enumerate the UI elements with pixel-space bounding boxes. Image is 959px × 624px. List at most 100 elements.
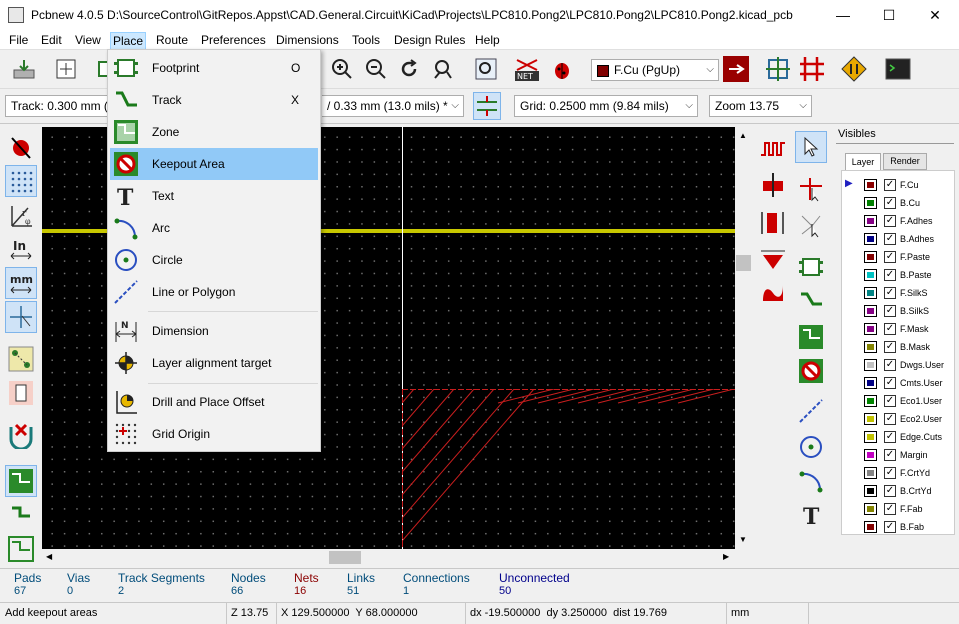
layer-color-swatch[interactable] <box>864 503 877 515</box>
menu-item-dimension[interactable]: N Dimension <box>110 315 318 347</box>
find-icon[interactable] <box>472 55 500 83</box>
show-grid-icon[interactable] <box>5 165 37 197</box>
vertical-scroll-thumb[interactable] <box>736 255 751 271</box>
menu-item-line-or-polygon[interactable]: Line or Polygon <box>110 276 318 308</box>
vertical-scrollbar[interactable]: ▲ ▼ <box>735 127 752 549</box>
layer-visible-checkbox[interactable]: ✓ <box>884 197 896 209</box>
layer-color-swatch[interactable] <box>864 431 877 443</box>
mw-gap-icon[interactable] <box>757 169 789 201</box>
layer-visible-checkbox[interactable]: ✓ <box>884 377 896 389</box>
layer-visible-checkbox[interactable]: ✓ <box>884 251 896 263</box>
layer-visible-checkbox[interactable]: ✓ <box>884 269 896 281</box>
layer-visible-checkbox[interactable]: ✓ <box>884 521 896 533</box>
menu-file[interactable]: File <box>7 32 30 50</box>
menu-design-rules[interactable]: Design Rules <box>392 32 467 50</box>
freeroute-icon[interactable] <box>840 55 868 83</box>
layer-color-swatch[interactable] <box>864 197 877 209</box>
auto-delete-track-icon[interactable] <box>5 419 37 451</box>
menu-item-grid-origin[interactable]: Grid Origin <box>110 418 318 450</box>
scroll-up-icon[interactable]: ▲ <box>739 131 747 140</box>
layer-visible-checkbox[interactable]: ✓ <box>884 179 896 191</box>
tab-render[interactable]: Render <box>883 153 927 170</box>
layer-select[interactable]: F.Cu (PgUp) ⌵ <box>591 59 719 81</box>
inch-units-icon[interactable]: In <box>5 233 37 265</box>
layer-visible-checkbox[interactable]: ✓ <box>884 323 896 335</box>
highlight-net-icon[interactable] <box>795 173 827 205</box>
horizontal-scroll-thumb[interactable] <box>329 551 361 564</box>
layer-row[interactable]: ✓ F.Cu <box>842 176 959 194</box>
show-zones-disabled-icon[interactable] <box>5 499 37 531</box>
layer-visible-checkbox[interactable]: ✓ <box>884 359 896 371</box>
menu-tools[interactable]: Tools <box>350 32 382 50</box>
layer-color-swatch[interactable] <box>864 449 877 461</box>
layer-row[interactable]: ✓ Eco2.User <box>842 410 959 428</box>
menu-item-track[interactable]: Track X <box>110 84 318 116</box>
menu-item-keepout-area[interactable]: Keepout Area <box>110 148 318 180</box>
layer-row[interactable]: ✓ Cmts.User <box>842 374 959 392</box>
menu-item-drill-and-place-offset[interactable]: Drill and Place Offset <box>110 386 318 418</box>
auto-place-icon[interactable] <box>764 55 792 83</box>
add-track-icon[interactable] <box>795 285 827 317</box>
layer-visible-checkbox[interactable]: ✓ <box>884 503 896 515</box>
layer-row[interactable]: ✓ F.Fab <box>842 500 959 518</box>
scroll-down-icon[interactable]: ▼ <box>739 535 747 544</box>
add-footprint-icon[interactable] <box>795 251 827 283</box>
layer-color-swatch[interactable] <box>864 359 877 371</box>
layer-color-swatch[interactable] <box>864 341 877 353</box>
layer-color-swatch[interactable] <box>864 269 877 281</box>
auto-route-icon[interactable] <box>798 55 826 83</box>
grid-select[interactable]: Grid: 0.2500 mm (9.84 mils) ⌵ <box>514 95 698 117</box>
add-circle-icon[interactable] <box>795 431 827 463</box>
zoom-select[interactable]: Zoom 13.75 ⌵ <box>709 95 812 117</box>
layer-visible-checkbox[interactable]: ✓ <box>884 467 896 479</box>
add-arc-icon[interactable] <box>795 465 827 497</box>
layer-row[interactable]: ✓ B.Fab <box>842 518 959 536</box>
scroll-right-icon[interactable]: ▶ <box>723 552 729 561</box>
select-arrow-icon[interactable] <box>795 131 827 163</box>
horizontal-scrollbar[interactable]: ◀ ▶ <box>42 549 735 566</box>
zoom-in-icon[interactable] <box>328 55 356 83</box>
menu-item-zone[interactable]: Zone <box>110 116 318 148</box>
layer-row[interactable]: ✓ F.Paste <box>842 248 959 266</box>
save-board-icon[interactable] <box>10 55 38 83</box>
layer-color-swatch[interactable] <box>864 233 877 245</box>
menu-item-arc[interactable]: Arc <box>110 212 318 244</box>
local-ratsnest-icon[interactable] <box>795 209 827 241</box>
layer-color-swatch[interactable] <box>864 287 877 299</box>
via-size-select[interactable]: / 0.33 mm (13.0 mils) * ⌵ <box>322 95 464 117</box>
maximize-button[interactable]: ☐ <box>866 0 912 30</box>
layer-color-swatch[interactable] <box>864 485 877 497</box>
menu-view[interactable]: View <box>73 32 103 50</box>
menu-help[interactable]: Help <box>473 32 502 50</box>
layer-visible-checkbox[interactable]: ✓ <box>884 431 896 443</box>
drc-off-icon[interactable] <box>5 131 37 163</box>
cursor-shape-icon[interactable] <box>5 301 37 333</box>
auto-track-width-icon[interactable] <box>473 92 501 120</box>
show-module-ratsnest-icon[interactable] <box>5 377 37 409</box>
layer-visible-checkbox[interactable]: ✓ <box>884 449 896 461</box>
layer-row[interactable]: ✓ Eco1.User <box>842 392 959 410</box>
layer-color-swatch[interactable] <box>864 215 877 227</box>
layer-row[interactable]: ✓ B.SilkS <box>842 302 959 320</box>
layer-row[interactable]: ✓ F.Mask <box>842 320 959 338</box>
add-line-icon[interactable] <box>795 395 827 427</box>
layer-visible-checkbox[interactable]: ✓ <box>884 413 896 425</box>
layer-color-swatch[interactable] <box>864 395 877 407</box>
track-width-select[interactable]: Track: 0.300 mm ( <box>5 95 108 117</box>
layer-row[interactable]: ✓ F.Adhes <box>842 212 959 230</box>
page-settings-icon[interactable] <box>52 55 80 83</box>
layer-visible-checkbox[interactable]: ✓ <box>884 287 896 299</box>
show-zones-icon[interactable] <box>5 465 37 497</box>
add-zone-icon[interactable] <box>795 321 827 353</box>
menu-preferences[interactable]: Preferences <box>199 32 268 50</box>
layer-color-swatch[interactable] <box>864 521 877 533</box>
layer-visible-checkbox[interactable]: ✓ <box>884 485 896 497</box>
menu-item-layer-alignment-target[interactable]: Layer alignment target <box>110 347 318 379</box>
layer-visible-checkbox[interactable]: ✓ <box>884 305 896 317</box>
close-button[interactable]: ✕ <box>912 0 958 30</box>
scroll-left-icon[interactable]: ◀ <box>46 552 52 561</box>
menu-route[interactable]: Route <box>154 32 190 50</box>
scripting-console-icon[interactable] <box>884 55 912 83</box>
mm-units-icon[interactable]: mm <box>5 267 37 299</box>
layer-row[interactable]: ✓ B.Adhes <box>842 230 959 248</box>
